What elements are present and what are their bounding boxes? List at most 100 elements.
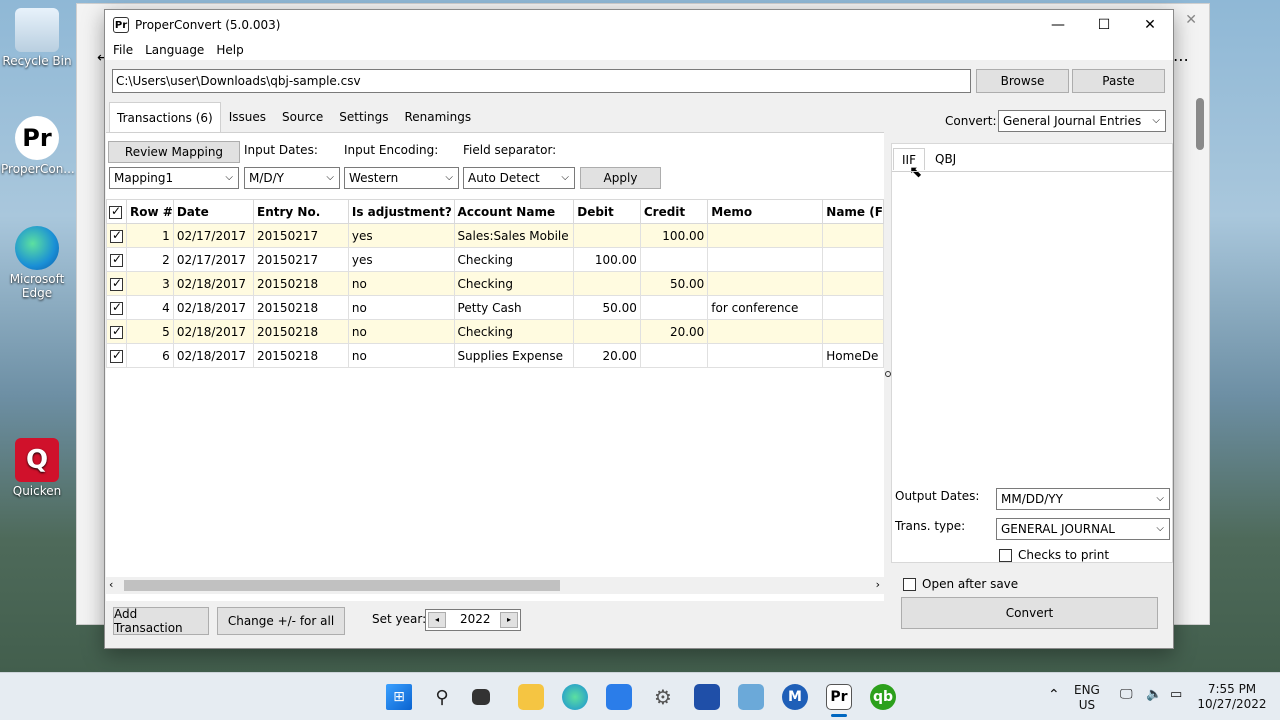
checks-to-print-checkbox[interactable]: [999, 548, 1012, 562]
network-icon[interactable]: 🖵: [1120, 687, 1133, 702]
checks-to-print-option[interactable]: Checks to print: [999, 548, 1109, 562]
year-decrement-button[interactable]: ◂: [428, 612, 446, 628]
cell-credit[interactable]: 20.00: [639, 319, 709, 344]
scrollbar-thumb[interactable]: [124, 580, 560, 591]
table-row[interactable]: 2 02/17/2017 20150217 yes Checking 100.0…: [106, 247, 884, 272]
convert-type-select[interactable]: General Journal Entries ⌵: [998, 110, 1166, 132]
output-dates-select[interactable]: MM/DD/YY ⌵: [996, 488, 1170, 510]
convert-button[interactable]: Convert: [901, 597, 1158, 629]
horizontal-scrollbar[interactable]: ‹ ›: [106, 577, 884, 594]
desktop-icon-edge[interactable]: Microsoft Edge: [1, 226, 73, 300]
background-window-close-icon[interactable]: ✕: [1185, 12, 1197, 28]
cell-account[interactable]: Checking: [453, 247, 575, 272]
cell-account[interactable]: Checking: [453, 271, 575, 296]
row-checkbox[interactable]: [106, 271, 127, 296]
tab-issues[interactable]: Issues: [221, 102, 274, 132]
cell-credit[interactable]: [639, 247, 709, 272]
cell-debit[interactable]: [573, 319, 641, 344]
background-window-more-icon[interactable]: ⋯: [1173, 50, 1189, 69]
paste-button[interactable]: Paste: [1072, 69, 1165, 93]
cell-credit[interactable]: 100.00: [639, 223, 709, 248]
column-header[interactable]: Memo: [707, 199, 824, 224]
store-icon[interactable]: [606, 684, 632, 710]
year-increment-button[interactable]: ▸: [500, 612, 518, 628]
input-encoding-select[interactable]: Western ⌵: [344, 167, 459, 189]
column-header[interactable]: Account Name: [453, 199, 575, 224]
menu-help[interactable]: Help: [210, 43, 249, 57]
cell-date[interactable]: 02/17/2017: [172, 223, 255, 248]
maximize-button[interactable]: ☐: [1081, 10, 1127, 40]
close-button[interactable]: ✕: [1127, 10, 1173, 40]
cell-name[interactable]: [822, 223, 884, 248]
review-mapping-button[interactable]: Review Mapping: [108, 141, 240, 163]
cell-credit[interactable]: 50.00: [639, 271, 709, 296]
cell-memo[interactable]: for conference: [707, 295, 824, 320]
cell-entry[interactable]: 20150218: [253, 319, 349, 344]
tab-qbj[interactable]: QBJ: [927, 148, 964, 170]
table-row[interactable]: 5 02/18/2017 20150218 no Checking 20.00: [106, 319, 884, 344]
row-checkbox[interactable]: [106, 247, 127, 272]
search-icon[interactable]: ⚲: [429, 684, 455, 710]
cell-date[interactable]: 02/17/2017: [172, 247, 255, 272]
cell-date[interactable]: 02/18/2017: [172, 271, 255, 296]
cell-name[interactable]: [822, 271, 884, 296]
add-transaction-button[interactable]: Add Transaction: [113, 607, 209, 635]
cell-account[interactable]: Checking: [453, 319, 575, 344]
select-all-checkbox[interactable]: [106, 199, 127, 224]
desktop-icon-properconvert[interactable]: Pr ProperCon...: [1, 116, 75, 176]
year-stepper[interactable]: ◂ 2022 ▸: [425, 609, 521, 631]
calculator-icon[interactable]: [694, 684, 720, 710]
browse-button[interactable]: Browse: [976, 69, 1069, 93]
table-row[interactable]: 1 02/17/2017 20150217 yes Sales:Sales Mo…: [106, 223, 884, 248]
settings-gear-icon[interactable]: ⚙: [650, 684, 676, 710]
start-windows-icon[interactable]: ⊞: [386, 684, 412, 710]
cell-memo[interactable]: [707, 223, 824, 248]
clock[interactable]: 7:55 PM 10/27/2022: [1196, 682, 1268, 712]
cell-entry[interactable]: 20150217: [253, 223, 349, 248]
tab-source[interactable]: Source: [274, 102, 331, 132]
change-sign-button[interactable]: Change +/- for all: [217, 607, 345, 635]
cell-name[interactable]: HomeDe: [822, 343, 884, 368]
table-row[interactable]: 3 02/18/2017 20150218 no Checking 50.00: [106, 271, 884, 296]
cell-date[interactable]: 02/18/2017: [172, 343, 255, 368]
tab-renamings[interactable]: Renamings: [396, 102, 479, 132]
cell-debit[interactable]: [573, 223, 641, 248]
cell-credit[interactable]: [639, 295, 709, 320]
cell-adjustment[interactable]: no: [347, 319, 455, 344]
row-checkbox[interactable]: [106, 343, 127, 368]
cell-date[interactable]: 02/18/2017: [172, 295, 255, 320]
menu-file[interactable]: File: [107, 43, 139, 57]
task-view-icon[interactable]: [472, 689, 490, 705]
language-indicator[interactable]: ENG US: [1074, 683, 1100, 713]
column-header[interactable]: Name (F: [822, 199, 884, 224]
column-header[interactable]: Debit: [573, 199, 641, 224]
battery-icon[interactable]: ▭: [1170, 687, 1182, 702]
column-header[interactable]: Row #: [126, 199, 174, 224]
file-path-input[interactable]: C:\Users\user\Downloads\qbj-sample.csv: [112, 69, 971, 93]
column-header[interactable]: Is adjustment?: [347, 199, 455, 224]
field-separator-select[interactable]: Auto Detect ⌵: [463, 167, 575, 189]
cell-account[interactable]: Petty Cash: [453, 295, 575, 320]
cell-memo[interactable]: [707, 247, 824, 272]
cell-debit[interactable]: 100.00: [573, 247, 641, 272]
cell-credit[interactable]: [639, 343, 709, 368]
scrollbar-thumb[interactable]: [1196, 98, 1204, 150]
control-panel-icon[interactable]: [738, 684, 764, 710]
cell-entry[interactable]: 20150217: [253, 247, 349, 272]
cell-entry[interactable]: 20150218: [253, 295, 349, 320]
trans-type-select[interactable]: GENERAL JOURNAL ⌵: [996, 518, 1170, 540]
column-header[interactable]: Date: [172, 199, 255, 224]
cell-name[interactable]: [822, 319, 884, 344]
cell-debit[interactable]: [573, 271, 641, 296]
cell-date[interactable]: 02/18/2017: [172, 319, 255, 344]
cell-adjustment[interactable]: no: [347, 295, 455, 320]
background-window-scrollbar[interactable]: [1193, 84, 1207, 624]
volume-icon[interactable]: 🔈: [1146, 687, 1162, 702]
year-value[interactable]: 2022: [460, 612, 491, 626]
edge-taskbar-icon[interactable]: [562, 684, 588, 710]
row-checkbox[interactable]: [106, 295, 127, 320]
cell-memo[interactable]: [707, 271, 824, 296]
show-hidden-icons-chevron-up-icon[interactable]: ⌃: [1048, 687, 1060, 703]
column-header[interactable]: Entry No.: [253, 199, 349, 224]
row-checkbox[interactable]: [106, 223, 127, 248]
